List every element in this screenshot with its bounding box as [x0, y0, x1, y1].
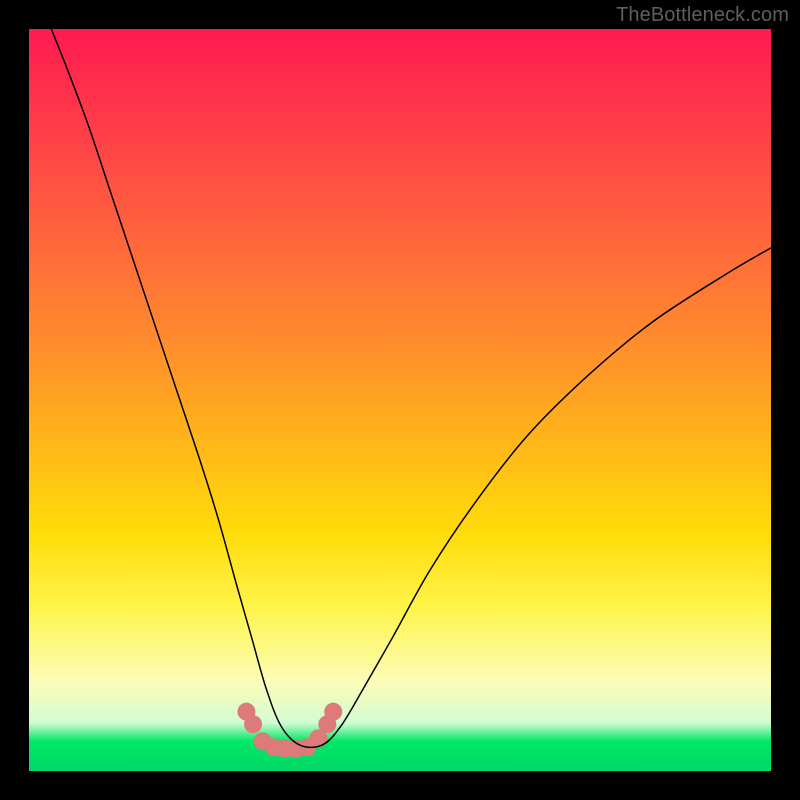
watermark-text: TheBottleneck.com [616, 4, 789, 27]
marker-dot [324, 703, 342, 721]
bottleneck-curve [51, 29, 771, 747]
plot-area [29, 29, 771, 771]
chart-frame: TheBottleneck.com [0, 0, 800, 800]
marker-dot [244, 715, 262, 733]
markers-layer [237, 703, 342, 758]
chart-svg [29, 29, 771, 771]
